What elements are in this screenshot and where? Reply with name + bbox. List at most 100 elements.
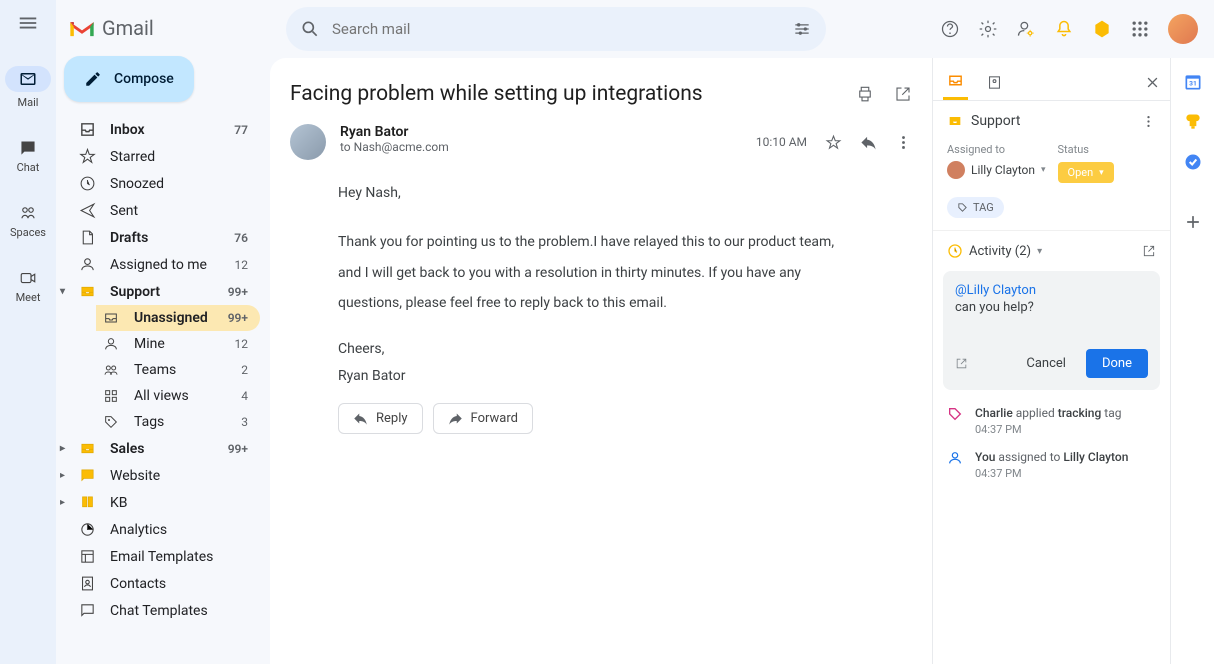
panel-tab-contact[interactable]: [982, 66, 1007, 99]
assigned-to-label: Assigned to: [947, 143, 1046, 156]
chevron-right-icon[interactable]: ▸: [60, 497, 65, 508]
reply-button[interactable]: Reply: [338, 403, 423, 434]
account-avatar[interactable]: [1168, 14, 1198, 44]
cancel-button[interactable]: Cancel: [1016, 350, 1076, 377]
sales-tray-icon: [78, 440, 96, 457]
nav-support-unassigned[interactable]: Unassigned 99+: [96, 305, 260, 331]
rail-item-spaces[interactable]: Spaces: [0, 198, 56, 245]
nav-chat-templates[interactable]: Chat Templates: [56, 597, 260, 624]
notifications-bell-icon[interactable]: [1054, 19, 1074, 39]
open-external-icon[interactable]: [894, 85, 912, 103]
gmail-logo-icon: [68, 17, 96, 39]
apps-grid-icon[interactable]: [1130, 19, 1150, 39]
reply-arrow-icon: [353, 411, 368, 426]
search-options-icon[interactable]: [792, 19, 812, 39]
panel-tab-inbox[interactable]: [943, 64, 968, 100]
chevron-right-icon[interactable]: ▸: [60, 443, 65, 454]
template-icon: [78, 548, 96, 565]
done-button[interactable]: Done: [1086, 349, 1148, 378]
top-bar: [270, 0, 1214, 58]
chevron-right-icon[interactable]: ▸: [60, 470, 65, 481]
search-input[interactable]: [332, 20, 780, 38]
sender-row: Ryan Bator to Nash@acme.com 10:10 AM: [290, 124, 912, 160]
rail-item-meet[interactable]: Meet: [0, 263, 56, 310]
compose-text[interactable]: can you help?: [955, 300, 1148, 315]
support-tray-icon: [78, 283, 96, 300]
activity-feed-item: Charlie applied tracking tag 04:37 PM: [947, 406, 1156, 436]
compose-label: Compose: [114, 71, 174, 87]
email-body: Hey Nash, Thank you for pointing us to t…: [338, 178, 858, 385]
tag-applied-icon: [947, 406, 965, 436]
rail-label-chat: Chat: [17, 161, 40, 174]
help-icon[interactable]: [940, 19, 960, 39]
compose-external-icon[interactable]: [955, 357, 968, 370]
chevron-down-icon[interactable]: ▾: [1037, 246, 1042, 257]
rail-item-mail[interactable]: Mail: [0, 60, 56, 115]
email-time: 10:10 AM: [756, 135, 807, 149]
forward-button[interactable]: Forward: [433, 403, 533, 434]
activity-compose-box: @Lilly Clayton can you help? Cancel Done: [943, 271, 1160, 390]
assignee-selector[interactable]: Lilly Clayton ▾: [947, 161, 1046, 179]
spaces-icon: [19, 204, 37, 222]
tag-icon: [102, 414, 120, 430]
mention-text[interactable]: @Lilly Clayton: [955, 283, 1148, 298]
hexagon-icon[interactable]: [1092, 19, 1112, 39]
open-activity-external-icon[interactable]: [1142, 244, 1156, 258]
nav-support-mine[interactable]: Mine 12: [96, 331, 260, 357]
more-vert-icon[interactable]: [895, 134, 912, 151]
calendar-addon-icon[interactable]: 31: [1183, 72, 1203, 92]
reply-icon[interactable]: [860, 134, 877, 151]
nav-support[interactable]: ▾ Support 99+: [56, 278, 260, 305]
chevron-down-icon[interactable]: ▾: [60, 286, 65, 297]
sender-avatar: [290, 124, 326, 160]
app-name: Gmail: [102, 16, 154, 40]
assigned-icon: [947, 450, 965, 480]
addon-rail: 31: [1170, 58, 1214, 664]
nav-support-teams[interactable]: Teams 2: [96, 357, 260, 383]
nav-assigned-to-me[interactable]: Assigned to me 12: [56, 251, 260, 278]
sidebar: Gmail Compose Inbox 77 Starred Snoozed S…: [56, 0, 270, 664]
nav-sales[interactable]: ▸ Sales 99+: [56, 435, 260, 462]
status-selector[interactable]: Open ▾: [1058, 162, 1114, 183]
meet-icon: [19, 269, 37, 287]
email-subject: Facing problem while setting up integrat…: [290, 82, 856, 106]
sender-to: to Nash@acme.com: [340, 140, 742, 154]
grid-icon: [102, 388, 120, 404]
keep-addon-icon[interactable]: [1183, 112, 1203, 132]
sender-name: Ryan Bator: [340, 124, 742, 140]
nav-snoozed[interactable]: Snoozed: [56, 170, 260, 197]
nav-support-tags[interactable]: Tags 3: [96, 409, 260, 435]
nav-support-allviews[interactable]: All views 4: [96, 383, 260, 409]
star-message-icon[interactable]: [825, 134, 842, 151]
nav-email-templates[interactable]: Email Templates: [56, 543, 260, 570]
add-addon-icon[interactable]: [1183, 212, 1203, 232]
rail-label-spaces: Spaces: [10, 226, 46, 239]
close-panel-icon[interactable]: [1145, 75, 1160, 90]
nav-kb[interactable]: ▸ KB: [56, 489, 260, 516]
tag-chip[interactable]: TAG: [947, 197, 1004, 218]
nav-drafts[interactable]: Drafts 76: [56, 224, 260, 251]
compose-button[interactable]: Compose: [64, 56, 194, 102]
main-menu-icon[interactable]: [17, 12, 39, 34]
search-box[interactable]: [286, 7, 826, 51]
user-settings-icon[interactable]: [1016, 19, 1036, 39]
nav-sent[interactable]: Sent: [56, 197, 260, 224]
print-icon[interactable]: [856, 85, 874, 103]
nav-starred[interactable]: Starred: [56, 143, 260, 170]
tray-icon: [102, 310, 120, 326]
person-icon: [78, 256, 96, 273]
nav-analytics[interactable]: Analytics: [56, 516, 260, 543]
tasks-addon-icon[interactable]: [1183, 152, 1203, 172]
rail-item-chat[interactable]: Chat: [0, 133, 56, 180]
panel-more-icon[interactable]: [1141, 114, 1156, 129]
settings-gear-icon[interactable]: [978, 19, 998, 39]
contacts-icon: [78, 575, 96, 592]
app-logo[interactable]: Gmail: [56, 8, 270, 56]
nav-contacts[interactable]: Contacts: [56, 570, 260, 597]
nav-website[interactable]: ▸ Website: [56, 462, 260, 489]
book-icon: [78, 494, 96, 511]
nav-inbox[interactable]: Inbox 77: [56, 116, 260, 143]
top-right-icons: [940, 14, 1198, 44]
support-header-icon: [947, 113, 963, 129]
activity-label: Activity (2): [969, 244, 1031, 259]
